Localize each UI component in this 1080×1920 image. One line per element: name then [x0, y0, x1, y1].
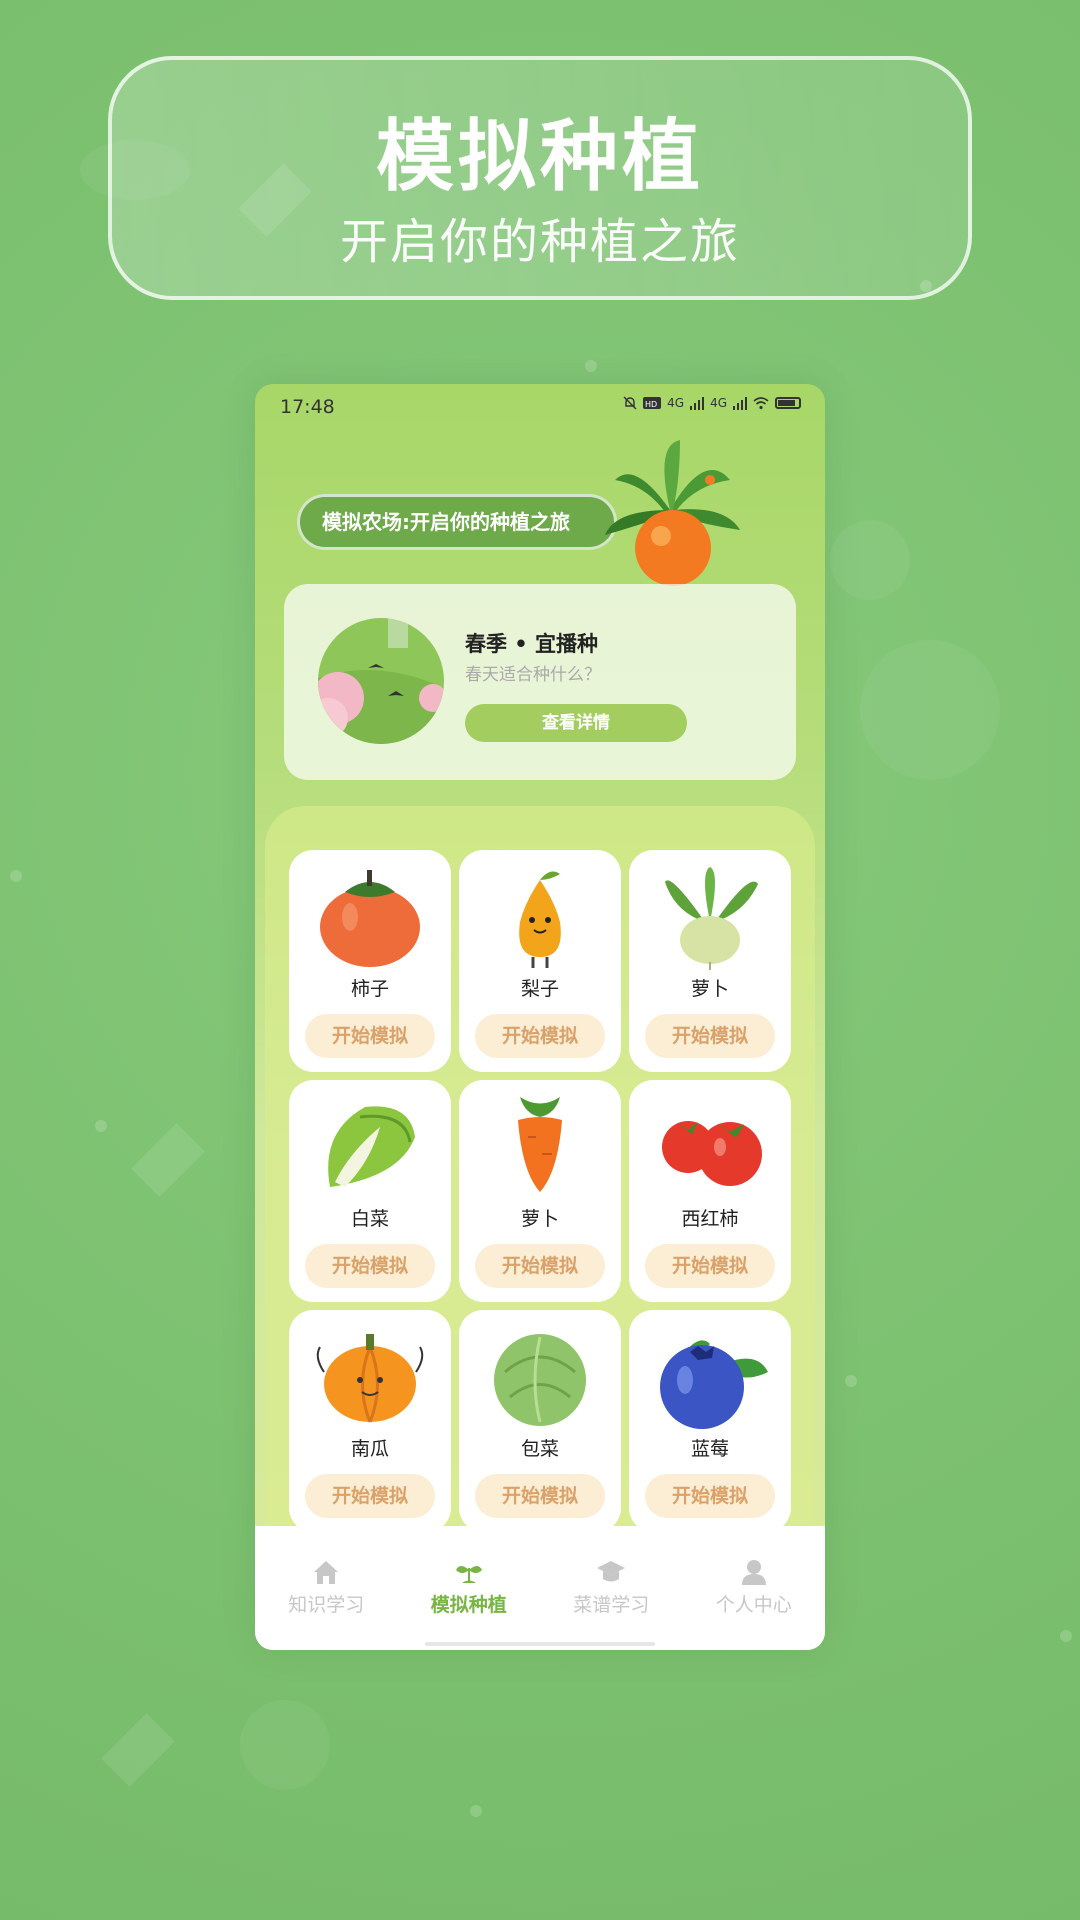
plant-name: 萝卜 [520, 1208, 559, 1230]
network-2-label: 4G [710, 396, 727, 410]
plant-name: 白菜 [350, 1208, 389, 1230]
start-simulation-button[interactable]: 开始模拟 [475, 1244, 605, 1288]
chinese-cabbage-icon [328, 1106, 415, 1187]
bell-off-icon [623, 396, 637, 410]
carrot-icon [518, 1097, 562, 1192]
plant-name: 梨子 [520, 978, 559, 1000]
tab-label: 个人中心 [715, 1594, 792, 1616]
status-icons: HD 4G 4G [623, 396, 801, 410]
plant-card-cabbage-head[interactable]: 包菜 开始模拟 [459, 1310, 621, 1532]
plant-card-pumpkin[interactable]: 南瓜 开始模拟 [289, 1310, 451, 1532]
plant-name: 蓝莓 [690, 1438, 729, 1460]
plant-name: 西红柿 [681, 1208, 739, 1230]
plant-card-cabbage[interactable]: 白菜 开始模拟 [289, 1080, 451, 1302]
wifi-icon [753, 397, 769, 410]
persimmon-icon [320, 870, 420, 967]
spring-scene-image [318, 618, 444, 744]
background-sun-decoration [860, 640, 1000, 780]
signal-icon [733, 397, 747, 410]
plant-card-carrot[interactable]: 萝卜 开始模拟 [459, 1080, 621, 1302]
blueberry-icon [660, 1340, 768, 1429]
phone-screen: 17:48 HD 4G 4G 模拟农场:开启你的种植之旅 春季 • 宜播种 春天… [255, 384, 825, 1650]
plant-card-radish[interactable]: 萝卜 开始模拟 [629, 850, 791, 1072]
tab-label: 知识学习 [288, 1594, 365, 1616]
person-icon [741, 1560, 766, 1585]
status-time: 17:48 [280, 396, 335, 418]
plant-name: 包菜 [520, 1438, 559, 1460]
start-simulation-button[interactable]: 开始模拟 [305, 1474, 435, 1518]
banner-title: 模拟种植 [375, 112, 704, 202]
battery-icon [775, 397, 801, 409]
svg-text:HD: HD [645, 400, 657, 409]
season-title: 春季 • 宜播种 [465, 632, 599, 656]
radish-icon [665, 867, 758, 970]
pear-icon [519, 871, 561, 968]
tomato-icon [662, 1121, 762, 1186]
promo-banner: 模拟种植 开启你的种植之旅 [108, 56, 972, 300]
signal-icon [690, 397, 705, 410]
hd-icon: HD [643, 397, 662, 409]
farm-title-pill: 模拟农场:开启你的种植之旅 [297, 494, 617, 550]
background-dot [585, 360, 597, 372]
tab-label: 模拟种植 [430, 1594, 507, 1616]
graduation-cap-icon [597, 1561, 626, 1582]
pumpkin-icon [316, 1334, 424, 1423]
background-dot [1060, 1630, 1072, 1642]
bottom-tab-bar: 知识学习 模拟种植 菜谱学习 个人中心 [255, 1526, 825, 1650]
start-simulation-button[interactable]: 开始模拟 [305, 1014, 435, 1058]
background-diamond-decoration [101, 1713, 175, 1787]
start-simulation-button[interactable]: 开始模拟 [645, 1244, 775, 1288]
season-subtitle: 春天适合种什么？ [465, 665, 601, 685]
tab-label: 菜谱学习 [573, 1594, 650, 1616]
background-dot [10, 870, 22, 882]
background-dot [845, 1375, 857, 1387]
network-1-label: 4G [667, 396, 685, 410]
tab-planting[interactable]: 模拟种植 [398, 1526, 541, 1650]
background-diamond-decoration [131, 1123, 205, 1197]
plant-name: 柿子 [350, 978, 389, 1000]
sprout-icon [455, 1566, 482, 1583]
home-indicator[interactable] [425, 1642, 655, 1646]
start-simulation-button[interactable]: 开始模拟 [305, 1244, 435, 1288]
tab-knowledge[interactable]: 知识学习 [255, 1526, 398, 1650]
season-card: 春季 • 宜播种 春天适合种什么？ 查看详情 [284, 584, 796, 780]
cabbage-icon [494, 1334, 586, 1426]
start-simulation-button[interactable]: 开始模拟 [645, 1014, 775, 1058]
tab-profile[interactable]: 个人中心 [683, 1526, 826, 1650]
start-simulation-button[interactable]: 开始模拟 [475, 1474, 605, 1518]
view-details-button[interactable]: 查看详情 [465, 704, 687, 742]
plant-card-tomato[interactable]: 西红柿 开始模拟 [629, 1080, 791, 1302]
plant-card-pear[interactable]: 梨子 开始模拟 [459, 850, 621, 1072]
background-dot [470, 1805, 482, 1817]
plant-name: 南瓜 [350, 1438, 389, 1460]
start-simulation-button[interactable]: 开始模拟 [645, 1474, 775, 1518]
home-icon [314, 1561, 339, 1584]
orange-illustration-icon [605, 440, 740, 586]
tab-recipes[interactable]: 菜谱学习 [540, 1526, 683, 1650]
status-bar: 17:48 HD 4G 4G [255, 384, 825, 434]
background-dot [95, 1120, 107, 1132]
start-simulation-button[interactable]: 开始模拟 [475, 1014, 605, 1058]
background-fruit-decoration [830, 520, 910, 600]
plant-card-persimmon[interactable]: 柿子 开始模拟 [289, 850, 451, 1072]
plant-card-blueberry[interactable]: 蓝莓 开始模拟 [629, 1310, 791, 1532]
background-fruit-decoration [240, 1700, 330, 1790]
banner-subtitle: 开启你的种植之旅 [339, 214, 740, 270]
plant-name: 萝卜 [690, 978, 729, 1000]
